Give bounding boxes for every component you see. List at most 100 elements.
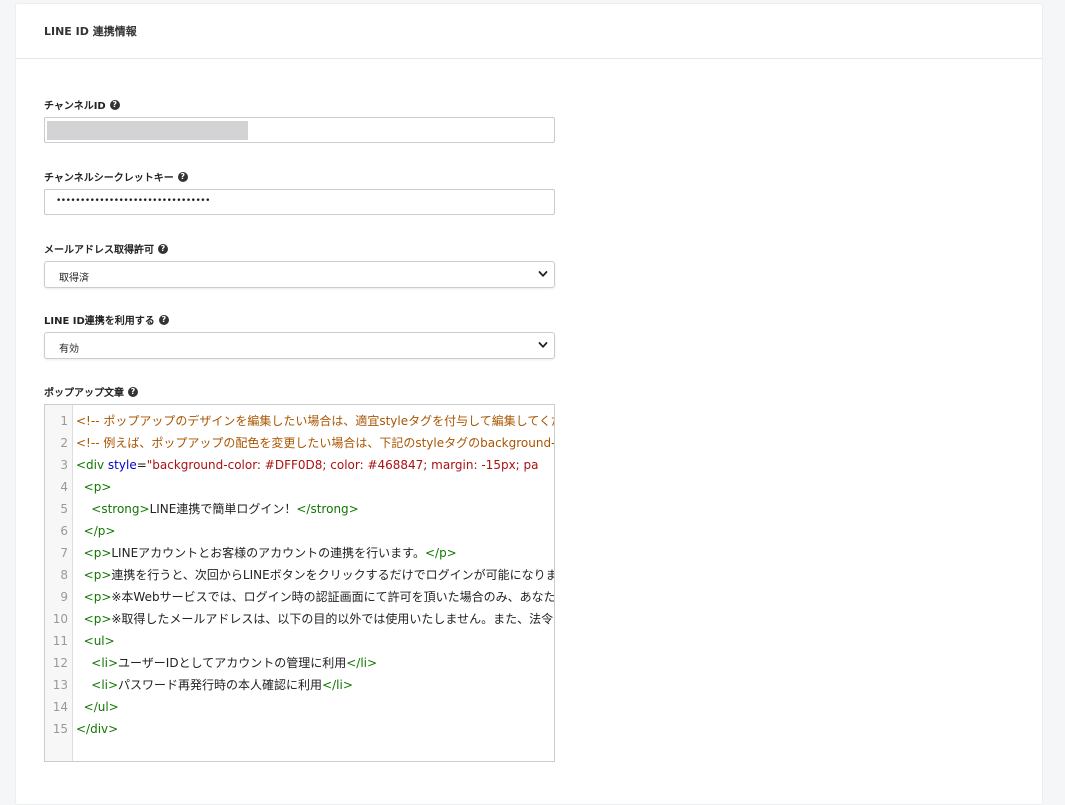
code-token: <p> bbox=[83, 568, 112, 582]
line-number: 9 bbox=[60, 590, 68, 604]
code-token: </p> bbox=[83, 524, 116, 538]
email-permission-label: メールアドレス取得許可 ? bbox=[44, 241, 168, 256]
code-line: 6 </p> bbox=[45, 520, 554, 542]
code-token: パスワード再発行時の本人確認に利用 bbox=[118, 678, 323, 692]
code-text: <p>※本Webサービスでは、ログイン時の認証画面にて許可を頂いた場合のみ、あな… bbox=[76, 586, 555, 608]
popup-code-editor[interactable]: 1 <!-- ポップアップのデザインを編集したい場合は、適宜styleタグを付与し… bbox=[44, 404, 555, 762]
code-line: 3 <div style="background-color: #DFF0D8; … bbox=[45, 454, 554, 476]
chevron-down-icon bbox=[538, 271, 548, 277]
help-icon[interactable]: ? bbox=[109, 99, 120, 110]
code-token: = bbox=[136, 458, 147, 472]
code-line: 13 <li>パスワード再発行時の本人確認に利用</li> bbox=[45, 674, 554, 696]
code-token: ※取得したメールアドレスは、以下の目的以外では使用いたしません。また、法令に bbox=[111, 612, 555, 626]
channel-secret-label: チャンネルシークレットキー ? bbox=[44, 169, 188, 184]
line-number: 14 bbox=[52, 700, 68, 714]
code-text: <!-- ポップアップのデザインを編集したい場合は、適宜styleタグを付与して… bbox=[76, 410, 555, 432]
help-icon[interactable]: ? bbox=[158, 243, 168, 254]
code-text: <p>連携を行うと、次回からLINEボタンをクリックするだけでログインが可能にな… bbox=[76, 564, 555, 586]
line-id-enable-label: LINE ID連携を利用する ? bbox=[44, 312, 169, 327]
code-token: ユーザーIDとしてアカウントの管理に利用 bbox=[118, 656, 347, 670]
line-number: 11 bbox=[52, 634, 68, 648]
line-number: 3 bbox=[60, 458, 68, 472]
code-token: </li> bbox=[322, 678, 353, 692]
code-line: 2 <!-- 例えば、ポップアップの配色を変更したい場合は、下記のstyleタグの… bbox=[45, 432, 555, 454]
code-token: <p> bbox=[83, 480, 112, 494]
code-line: 9 <p>※本Webサービスでは、ログイン時の認証画面にて許可を頂いた場合のみ、… bbox=[45, 586, 555, 608]
help-icon[interactable]: ? bbox=[177, 171, 188, 182]
line-number: 8 bbox=[60, 568, 68, 582]
channel-id-input[interactable] bbox=[44, 117, 555, 143]
code-text: </div> bbox=[76, 718, 118, 740]
code-token: </strong> bbox=[296, 502, 359, 516]
code-token: </ul> bbox=[83, 700, 119, 714]
code-token: <p> bbox=[83, 546, 112, 560]
code-token: </li> bbox=[346, 656, 378, 670]
code-line: 12 <li>ユーザーIDとしてアカウントの管理に利用</li> bbox=[45, 652, 554, 674]
line-number: 15 bbox=[52, 722, 68, 736]
code-token: LINE連携で簡単ログイン！ bbox=[149, 502, 297, 516]
line-number: 12 bbox=[52, 656, 68, 670]
code-line: 11 <ul> bbox=[45, 630, 554, 652]
code-line: 8 <p>連携を行うと、次回からLINEボタンをクリックするだけでログインが可能… bbox=[45, 564, 555, 586]
code-token: </div> bbox=[76, 722, 119, 736]
code-token: <!-- ポップアップのデザインを編集したい場合は、適宜styleタグを付与して… bbox=[76, 414, 555, 428]
code-token: <p> bbox=[83, 612, 112, 626]
popup-text-label: ポップアップ文章 ? bbox=[44, 384, 138, 399]
select-value: 取得済 bbox=[59, 273, 89, 284]
card-header: LINE ID 連携情報 bbox=[16, 4, 1042, 59]
line-id-settings-card: LINE ID 連携情報 チャンネルID ? チャンネルシークレットキー ? •… bbox=[15, 3, 1043, 805]
code-line: 15 </div> bbox=[45, 718, 554, 740]
code-token: "background-color: #DFF0D8; color: #4688… bbox=[146, 458, 539, 472]
code-token: <!-- 例えば、ポップアップの配色を変更したい場合は、下記のstyleタグのb… bbox=[76, 436, 555, 450]
code-token: <ul> bbox=[83, 634, 115, 648]
code-text: <li>パスワード再発行時の本人確認に利用</li> bbox=[76, 674, 353, 696]
card-title: LINE ID 連携情報 bbox=[44, 25, 137, 38]
code-text: <!-- 例えば、ポップアップの配色を変更したい場合は、下記のstyleタグのb… bbox=[76, 432, 555, 454]
chevron-down-icon bbox=[538, 342, 548, 348]
line-number: 4 bbox=[60, 480, 68, 494]
email-permission-select[interactable]: 取得済 bbox=[44, 261, 555, 288]
code-token: </p> bbox=[424, 546, 457, 560]
code-text: </p> bbox=[76, 520, 116, 542]
code-token: style bbox=[107, 458, 137, 472]
line-number: 5 bbox=[60, 502, 68, 516]
code-token: <div bbox=[76, 458, 108, 472]
code-token: 連携を行うと、次回からLINEボタンをクリックするだけでログインが可能になります… bbox=[111, 568, 555, 582]
code-text: <div style="background-color: #DFF0D8; c… bbox=[76, 454, 539, 476]
line-number: 6 bbox=[60, 524, 68, 538]
code-text: <ul> bbox=[76, 630, 115, 652]
code-token: ※本Webサービスでは、ログイン時の認証画面にて許可を頂いた場合のみ、あなた bbox=[111, 590, 555, 604]
code-text: </ul> bbox=[76, 696, 119, 718]
help-icon[interactable]: ? bbox=[158, 314, 169, 325]
code-line: 14 </ul> bbox=[45, 696, 554, 718]
code-line: 1 <!-- ポップアップのデザインを編集したい場合は、適宜styleタグを付与し… bbox=[45, 410, 555, 432]
line-number: 7 bbox=[60, 546, 68, 560]
redacted-value bbox=[47, 121, 248, 140]
select-value: 有効 bbox=[59, 344, 79, 355]
line-number: 13 bbox=[52, 678, 68, 692]
channel-id-label: チャンネルID ? bbox=[44, 97, 120, 112]
line-number: 1 bbox=[60, 414, 68, 428]
code-line: 10 <p>※取得したメールアドレスは、以下の目的以外では使用いたしません。また… bbox=[45, 608, 555, 630]
code-token: <p> bbox=[83, 590, 112, 604]
code-line: 5 <strong>LINE連携で簡単ログイン！</strong> bbox=[45, 498, 554, 520]
code-text: <strong>LINE連携で簡単ログイン！</strong> bbox=[76, 498, 359, 520]
help-icon[interactable]: ? bbox=[128, 386, 138, 397]
line-id-enable-select[interactable]: 有効 bbox=[44, 332, 555, 359]
code-text: <p>LINEアカウントとお客様のアカウントの連携を行います。</p> bbox=[76, 542, 457, 564]
line-number: 2 bbox=[60, 436, 68, 450]
code-token: LINEアカウントとお客様のアカウントの連携を行います。 bbox=[111, 546, 425, 560]
channel-secret-input[interactable]: •••••••••••••••••••••••••••••••• bbox=[44, 189, 555, 215]
code-token: <strong> bbox=[91, 502, 150, 516]
code-token: <li> bbox=[91, 656, 119, 670]
